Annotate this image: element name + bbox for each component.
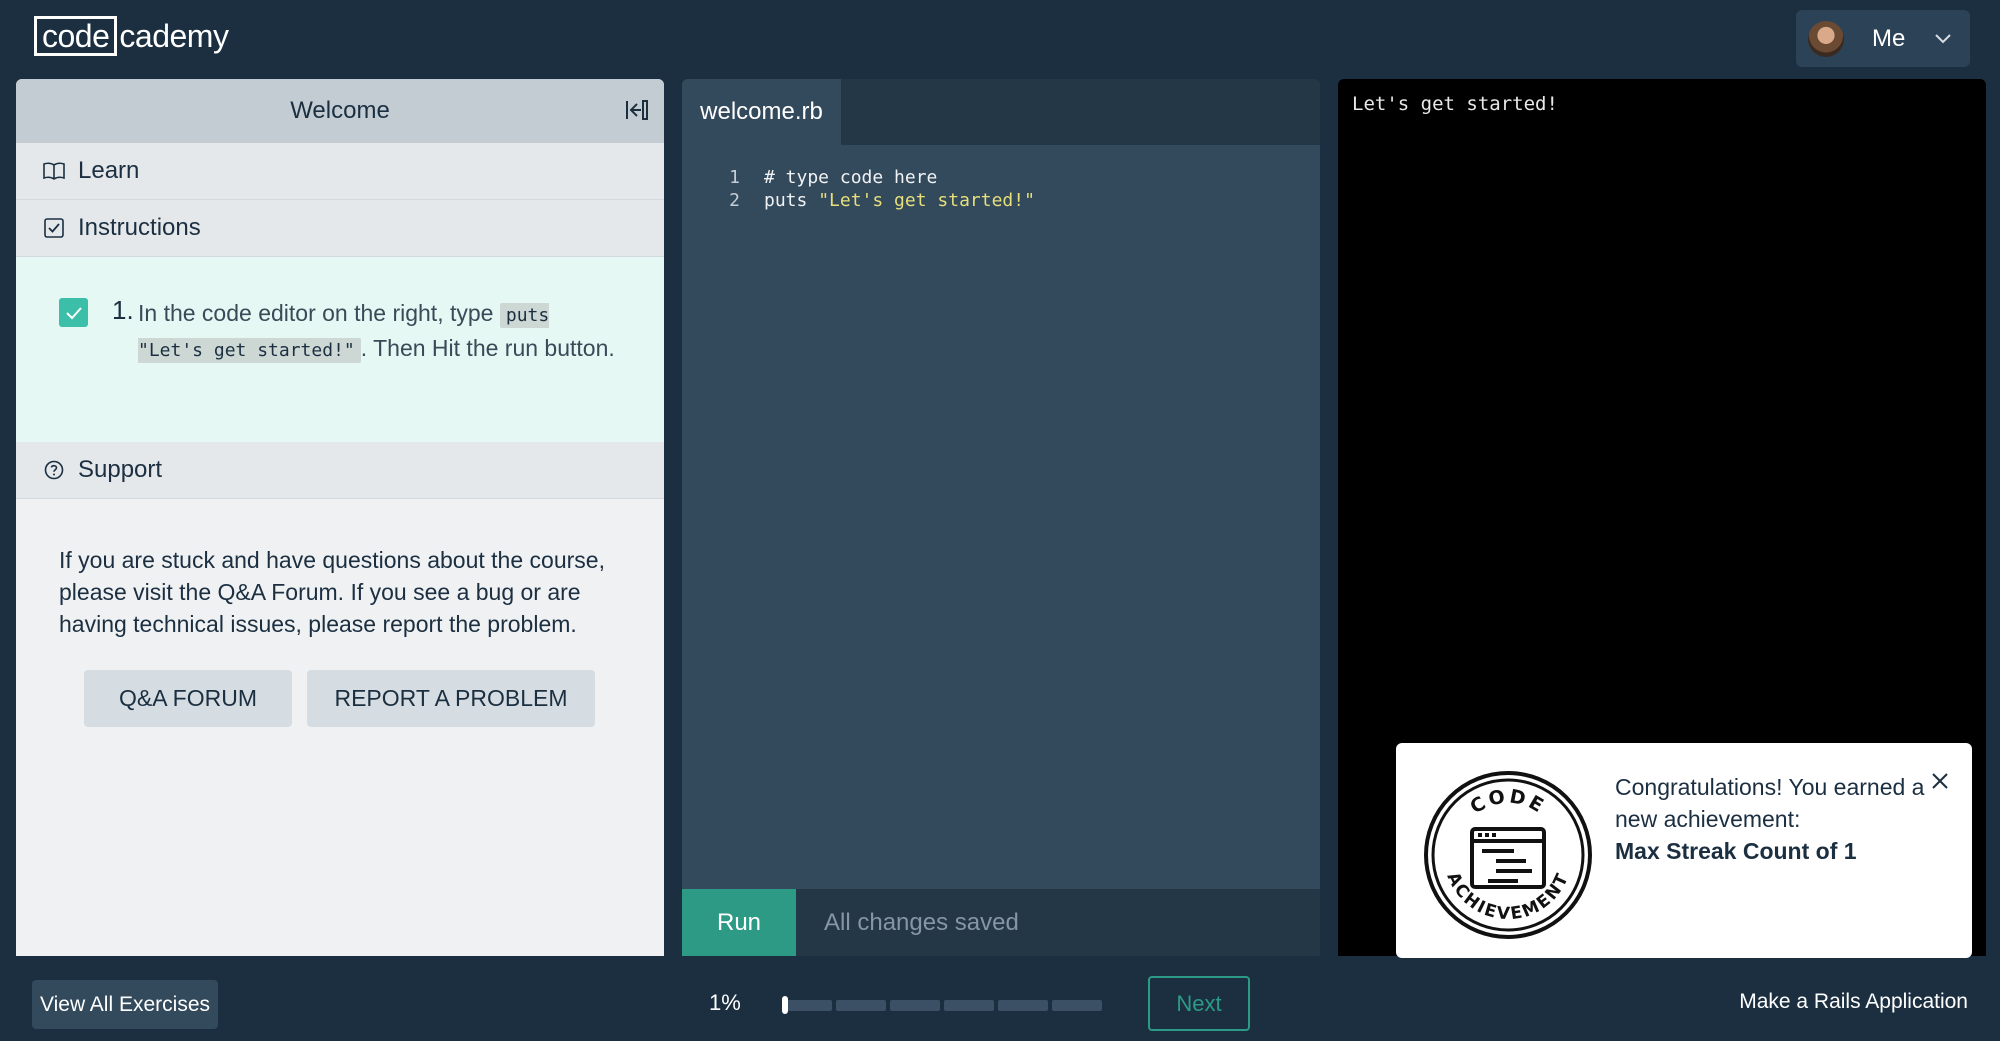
editor-footer: Run All changes saved [682, 889, 1320, 956]
collapse-panel-icon[interactable] [624, 99, 650, 125]
section-support-label: Support [78, 456, 163, 483]
task-text-after: . Then Hit the run button. [360, 335, 615, 361]
line-number: 2 [729, 190, 740, 211]
progress-fill [782, 996, 788, 1014]
qa-forum-button[interactable]: Q&A FORUM [84, 670, 292, 727]
toast-line: Congratulations! You earned a new achiev… [1615, 774, 1925, 832]
instructions-content: 1. In the code editor on the right, type… [16, 257, 664, 442]
code-line: 2 puts "Let's get started!" [682, 190, 1035, 214]
code-string: "Let's get started!" [818, 190, 1035, 211]
user-name: Me [1872, 24, 1906, 52]
section-instructions-label: Instructions [78, 214, 201, 241]
svg-text:CODE: CODE [1466, 785, 1549, 818]
course-name: Make a Rails Application [1739, 990, 1968, 1013]
user-menu-button[interactable]: Me [1796, 10, 1970, 67]
progress-segment [836, 1000, 886, 1011]
book-icon [42, 159, 66, 183]
editor-tabs: welcome.rb [682, 79, 1320, 145]
code-editor: welcome.rb 1 # type code here 2 puts "Le… [682, 79, 1320, 956]
progress-segment [998, 1000, 1048, 1011]
support-text: If you are stuck and have questions abou… [59, 547, 605, 637]
code-text: # type code here [764, 167, 938, 188]
lesson-title: Welcome [290, 97, 390, 124]
achievement-name: Max Streak Count of 1 [1615, 838, 1857, 864]
progress-segment [1052, 1000, 1102, 1011]
top-bar: code cademy Me [0, 0, 2000, 78]
lesson-panel: Welcome Learn Instructions 1. In the cod… [16, 79, 664, 956]
task-text: In the code editor on the right, type pu… [138, 297, 618, 367]
run-button[interactable]: Run [682, 889, 796, 956]
progress-segment [890, 1000, 940, 1011]
tab-welcome-rb[interactable]: welcome.rb [682, 79, 841, 145]
checkbox-icon [42, 216, 66, 240]
lesson-panel-header: Welcome [16, 79, 664, 143]
view-all-exercises-button[interactable]: View All Exercises [32, 980, 218, 1029]
code-line: 1 # type code here [682, 167, 937, 191]
section-learn[interactable]: Learn [16, 143, 664, 200]
avatar [1808, 20, 1844, 57]
close-icon[interactable] [1930, 771, 1954, 795]
terminal-output: Let's get started! [1352, 93, 1558, 115]
code-keyword: puts [764, 190, 819, 211]
code-area[interactable]: 1 # type code here 2 puts "Let's get sta… [682, 145, 1320, 889]
achievement-badge-icon: CODE ACHIEVEMENT [1424, 771, 1592, 939]
report-problem-button[interactable]: REPORT A PROBLEM [307, 670, 595, 727]
toast-message: Congratulations! You earned a new achiev… [1615, 771, 1935, 867]
logo-boxed-text: code [34, 16, 118, 56]
section-learn-label: Learn [78, 157, 140, 184]
task-number: 1. [112, 295, 134, 325]
help-icon [42, 458, 66, 482]
task-complete-checkbox[interactable] [59, 298, 88, 327]
section-support[interactable]: Support [16, 442, 664, 499]
codecademy-logo[interactable]: code cademy [34, 16, 229, 56]
badge-top-text: CODE [1466, 785, 1546, 818]
achievement-toast: CODE ACHIEVEMENT Congratulations! You ea… [1396, 743, 1972, 958]
support-content: If you are stuck and have questions abou… [16, 499, 664, 919]
progress-percent: 1% [709, 990, 741, 1015]
section-instructions[interactable]: Instructions [16, 200, 664, 257]
chevron-down-icon [1935, 28, 1952, 49]
next-button[interactable]: Next [1148, 976, 1250, 1031]
line-number: 1 [729, 167, 740, 188]
bottom-bar: View All Exercises 1% Next Make a Rails … [0, 960, 2000, 1041]
code-text: puts "Let's get started!" [764, 190, 1035, 214]
progress-segment [944, 1000, 994, 1011]
progress-segment [782, 1000, 832, 1011]
task-text-before: In the code editor on the right, type [138, 300, 500, 326]
progress-track [782, 1000, 1102, 1011]
logo-rest-text: cademy [119, 18, 229, 54]
save-status: All changes saved [824, 908, 1019, 936]
